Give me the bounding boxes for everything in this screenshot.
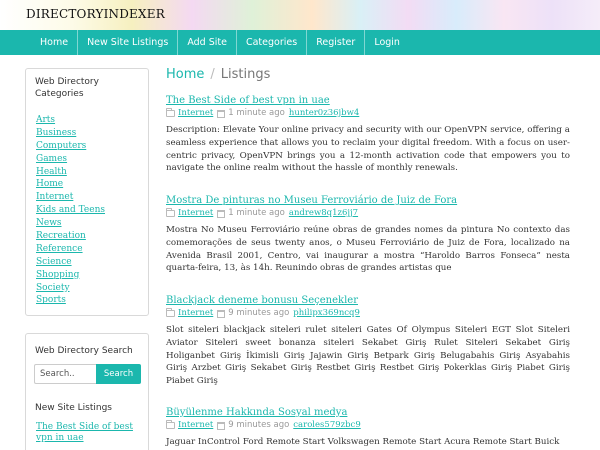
listing-author-link[interactable]: philipx369ncq9 [293, 308, 360, 319]
listing-time: 9 minutes ago [228, 420, 290, 430]
listing-author-link[interactable]: caroles579zbc9 [293, 420, 360, 431]
search-input[interactable] [34, 364, 96, 384]
listing-description: Mostra No Museu Ferroviário reúne obras … [166, 225, 570, 274]
listing-time: 9 minutes ago [228, 308, 290, 318]
nav-login[interactable]: Login [365, 30, 409, 55]
listing-meta: Internet 1 minute ago hunter0z36jbw4 [166, 108, 570, 119]
new-listing-link[interactable]: The Best Side of best vpn in uae [36, 422, 141, 444]
calendar-icon [217, 421, 226, 430]
listing-title-link[interactable]: The Best Side of best vpn in uae [166, 95, 570, 107]
nav-categories[interactable]: Categories [237, 30, 308, 55]
folder-icon [166, 208, 175, 217]
nav-home[interactable]: Home [31, 30, 79, 55]
search-title: Web Directory Search [35, 346, 133, 356]
listing-author-link[interactable]: andrew8q1z6jj7 [289, 208, 358, 219]
listing-description: Description: Elevate Your online privacy… [166, 125, 570, 174]
folder-icon [166, 308, 175, 317]
category-list: Arts Business Computers Games Health Hom… [36, 111, 105, 305]
listing-item: The Best Side of best vpn in uae Interne… [166, 95, 570, 175]
search-button[interactable]: Search [96, 364, 141, 384]
nav-register[interactable]: Register [307, 30, 366, 55]
listing-description: Jaguar InControl Ford Remote Start Volks… [166, 437, 560, 447]
listing-meta: Internet 9 minutes ago philipx369ncq9 [166, 308, 570, 319]
categories-title: Web Directory Categories [35, 77, 99, 99]
new-listings-title: New Site Listings [35, 403, 112, 413]
listing-category-link[interactable]: Internet [178, 208, 213, 219]
breadcrumb-separator: / [210, 67, 215, 82]
folder-icon [166, 420, 175, 429]
folder-icon [166, 108, 175, 117]
listing-description: Slot siteleri blackjack siteleri rulet s… [166, 325, 570, 387]
site-logo-title[interactable]: DIRECTORYINDEXER [26, 7, 165, 21]
listing-meta: Internet 1 minute ago andrew8q1z6jj7 [166, 208, 570, 219]
listing-category-link[interactable]: Internet [178, 420, 213, 431]
calendar-icon [217, 109, 226, 118]
calendar-icon [217, 309, 226, 318]
listing-item: Blackjack deneme bonusu Seçenekler Inter… [166, 295, 570, 388]
listing-time: 1 minute ago [228, 208, 285, 218]
breadcrumb: Home / Listings [166, 67, 270, 82]
listing-category-link[interactable]: Internet [178, 308, 213, 319]
category-link-sports[interactable]: Sports [36, 295, 66, 305]
listing-item: Mostra De pinturas no Museu Ferroviário … [166, 195, 570, 275]
search-panel: Web Directory Search Search New Site Lis… [25, 333, 149, 450]
categories-panel: Web Directory Categories Arts Business C… [25, 68, 149, 316]
nav-new-site-listings[interactable]: New Site Listings [78, 30, 179, 55]
listing-category-link[interactable]: Internet [178, 108, 213, 119]
listing-title-link[interactable]: Büyülenme Hakkında Sosyal medya [166, 407, 570, 419]
nav-add-site[interactable]: Add Site [178, 30, 237, 55]
search-form: Search [34, 364, 141, 384]
breadcrumb-current: Listings [220, 67, 271, 82]
breadcrumb-home[interactable]: Home [166, 67, 204, 82]
listing-item: Büyülenme Hakkında Sosyal medya Internet… [166, 407, 570, 449]
listing-meta: Internet 9 minutes ago caroles579zbc9 [166, 420, 570, 431]
header-banner: DIRECTORYINDEXER [0, 0, 600, 30]
calendar-icon [217, 209, 226, 218]
main-nav: Home New Site Listings Add Site Categori… [0, 30, 600, 55]
listing-time: 1 minute ago [228, 108, 285, 118]
listing-title-link[interactable]: Blackjack deneme bonusu Seçenekler [166, 295, 570, 307]
listing-title-link[interactable]: Mostra De pinturas no Museu Ferroviário … [166, 195, 570, 207]
listing-author-link[interactable]: hunter0z36jbw4 [289, 108, 359, 119]
